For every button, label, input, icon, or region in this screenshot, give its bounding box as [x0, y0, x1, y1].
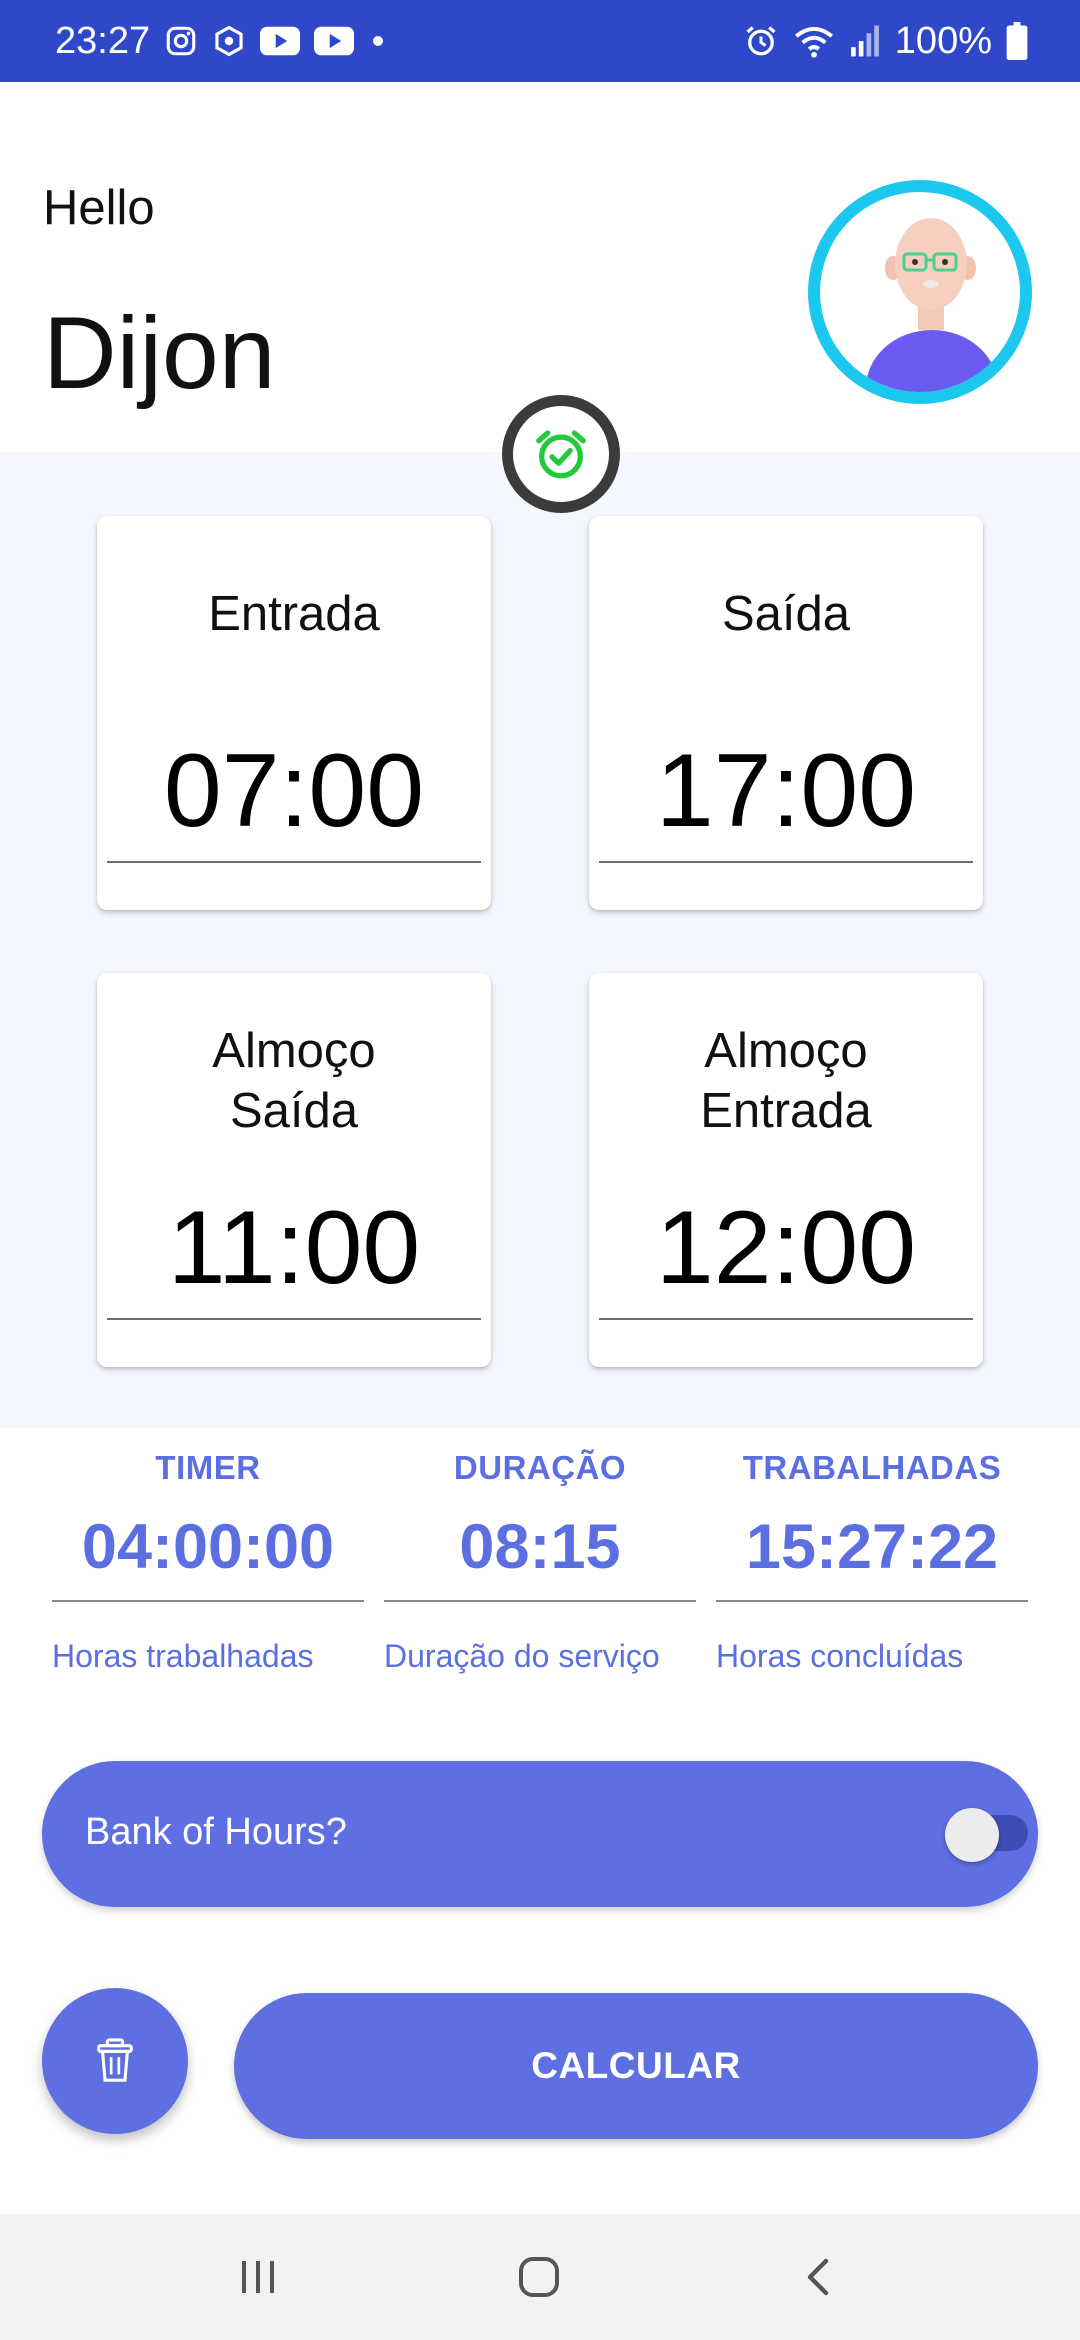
bank-of-hours-bar[interactable]: Bank of Hours?	[42, 1761, 1038, 1907]
trabalhadas-title: TRABALHADAS	[742, 1449, 1002, 1486]
calculate-button[interactable]: CALCULAR	[234, 1993, 1038, 2139]
almoco-entrada-underline	[599, 1318, 973, 1320]
duracao-underline	[384, 1600, 696, 1602]
almoco-entrada-card[interactable]: Almoço Entrada 12:00	[589, 973, 983, 1367]
battery-icon	[1006, 22, 1028, 60]
delete-button[interactable]	[42, 1988, 188, 2134]
signal-icon	[849, 24, 881, 58]
saida-label: Saída	[589, 584, 983, 644]
user-name: Dijon	[43, 296, 276, 410]
saida-time[interactable]: 17:00	[589, 731, 983, 851]
home-button[interactable]	[494, 2242, 584, 2312]
navigation-bar	[0, 2214, 1080, 2340]
duracao-value: 08:15	[459, 1512, 621, 1582]
instagram-icon	[164, 24, 198, 58]
saida-underline	[599, 861, 973, 863]
duracao-caption: Duração do serviço	[384, 1638, 660, 1674]
entrada-card[interactable]: Entrada 07:00	[97, 516, 491, 910]
status-right: 100%	[743, 20, 1028, 63]
alarm-badge[interactable]	[502, 395, 620, 513]
almoco-entrada-label-line2: Entrada	[700, 1084, 872, 1138]
almoco-entrada-time[interactable]: 12:00	[589, 1188, 983, 1308]
greeting-text: Hello	[43, 181, 155, 235]
home-icon	[519, 2257, 559, 2297]
timer-caption: Horas trabalhadas	[52, 1638, 314, 1674]
entrada-label: Entrada	[97, 584, 491, 644]
back-icon	[807, 2258, 829, 2296]
alarm-check-icon	[536, 430, 586, 479]
trabalhadas-caption: Horas concluídas	[716, 1638, 964, 1674]
entrada-label-text: Entrada	[208, 587, 380, 641]
back-button[interactable]	[775, 2242, 865, 2312]
almoco-saida-label-line2: Saída	[229, 1084, 359, 1138]
status-bar: 23:27 100%	[0, 0, 1080, 82]
duracao-stat: DURAÇÃO 08:15 Duração do serviço	[384, 1448, 696, 1674]
avatar-illustration	[866, 218, 998, 392]
trash-icon	[97, 2038, 133, 2082]
hexagon-app-icon	[212, 24, 246, 58]
timer-stat: TIMER 04:00:00 Horas trabalhadas	[52, 1448, 364, 1674]
avatar[interactable]	[808, 180, 1032, 404]
youtube-icon	[314, 26, 355, 56]
almoco-entrada-label: Almoço Entrada	[589, 1021, 983, 1141]
timer-title: TIMER	[155, 1449, 261, 1486]
recent-apps-button[interactable]	[213, 2242, 303, 2312]
trabalhadas-underline	[716, 1600, 1028, 1602]
almoco-saida-label-line1: Almoço	[212, 1024, 376, 1078]
trabalhadas-stat: TRABALHADAS 15:27:22 Horas concluídas	[716, 1448, 1028, 1674]
youtube-icon	[260, 26, 301, 56]
alarm-icon	[743, 23, 779, 59]
almoco-saida-label: Almoço Saída	[97, 1021, 491, 1141]
duracao-title: DURAÇÃO	[453, 1449, 627, 1486]
almoco-entrada-label-line1: Almoço	[704, 1024, 868, 1078]
almoco-saida-time[interactable]: 11:00	[97, 1188, 491, 1308]
entrada-time[interactable]: 07:00	[97, 731, 491, 851]
status-time: 23:27	[55, 19, 151, 62]
recent-apps-icon	[242, 2261, 274, 2293]
status-left: 23:27	[55, 20, 388, 63]
timer-underline	[52, 1600, 364, 1602]
bank-of-hours-label: Bank of Hours?	[85, 1811, 347, 1853]
trabalhadas-value: 15:27:22	[745, 1512, 999, 1582]
timer-value: 04:00:00	[81, 1512, 335, 1582]
wifi-icon	[793, 23, 835, 59]
almoco-saida-underline	[107, 1318, 481, 1320]
battery-percent: 100%	[894, 19, 992, 62]
entrada-underline	[107, 861, 481, 863]
saida-card[interactable]: Saída 17:00	[589, 516, 983, 910]
bank-of-hours-toggle[interactable]	[945, 1808, 999, 1862]
dot-icon	[368, 31, 388, 51]
saida-label-text: Saída	[721, 587, 851, 641]
almoco-saida-card[interactable]: Almoço Saída 11:00	[97, 973, 491, 1367]
